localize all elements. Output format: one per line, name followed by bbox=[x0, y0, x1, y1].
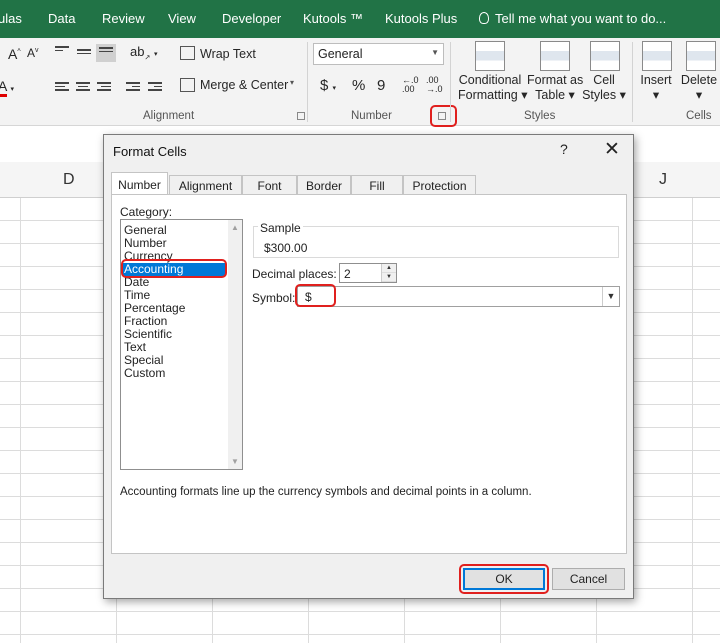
sample-groupbox bbox=[253, 226, 619, 258]
tab-border[interactable]: Border bbox=[297, 175, 351, 195]
menu-bar: ulas Data Review View Developer Kutools … bbox=[0, 0, 720, 38]
divider bbox=[450, 42, 451, 122]
menu-tab-review[interactable]: Review bbox=[102, 11, 145, 26]
group-label-alignment: Alignment bbox=[143, 110, 195, 122]
ribbon: A^ Av A ▾ ab↗ ▾ Wrap Text Merge & Center… bbox=[0, 38, 720, 127]
conditional-formatting-icon bbox=[475, 41, 505, 71]
format-as-table-icon bbox=[540, 41, 570, 71]
format-as-table-button[interactable]: Format as Table ▾ bbox=[527, 73, 583, 103]
decimal-places-label: Decimal places: bbox=[252, 267, 337, 281]
close-icon[interactable]: ✕ bbox=[604, 138, 620, 161]
decrease-indent-icon[interactable] bbox=[126, 82, 140, 94]
sample-label: Sample bbox=[258, 221, 303, 235]
spin-up-icon[interactable]: ▲ bbox=[382, 264, 396, 273]
increase-font-icon[interactable]: A^ bbox=[8, 46, 21, 62]
menu-tab-data[interactable]: Data bbox=[48, 11, 75, 26]
tab-protection[interactable]: Protection bbox=[403, 175, 476, 195]
tell-me-text: Tell me what you want to do... bbox=[495, 11, 667, 26]
group-label-number: Number bbox=[351, 110, 392, 122]
comma-style-button[interactable]: 9 bbox=[377, 77, 385, 94]
insert-cells-icon bbox=[642, 41, 672, 71]
help-icon[interactable]: ? bbox=[560, 141, 568, 157]
group-label-styles: Styles bbox=[524, 110, 556, 122]
align-top-icon[interactable] bbox=[55, 46, 69, 58]
accounting-highlight bbox=[121, 259, 227, 278]
cancel-button[interactable]: Cancel bbox=[552, 568, 625, 590]
decimal-places-spinner[interactable]: 2 ▲ ▼ bbox=[339, 263, 397, 283]
column-header-j[interactable]: J bbox=[659, 171, 667, 189]
cell-styles-icon bbox=[590, 41, 620, 71]
align-center-icon[interactable] bbox=[76, 82, 90, 94]
chevron-down-icon: ▼ bbox=[431, 48, 439, 57]
symbol-combobox[interactable]: $ ▼ bbox=[297, 286, 620, 307]
merge-center-icon bbox=[180, 78, 195, 92]
percent-style-button[interactable]: % bbox=[352, 77, 365, 94]
decrease-font-icon[interactable]: Av bbox=[27, 46, 39, 60]
accounting-format-button[interactable]: $ ▾ bbox=[320, 77, 336, 94]
delete-button[interactable]: Delete ▾ bbox=[680, 73, 718, 103]
orientation-icon[interactable]: ab↗ ▾ bbox=[130, 44, 157, 62]
sample-value: $300.00 bbox=[264, 241, 308, 255]
group-label-cells: Cells bbox=[686, 110, 712, 122]
number-format-value: General bbox=[318, 47, 363, 61]
cell-styles-button[interactable]: Cell Styles ▾ bbox=[582, 73, 626, 103]
increase-indent-icon[interactable] bbox=[148, 82, 162, 94]
chevron-down-icon[interactable]: ▼ bbox=[602, 287, 619, 306]
format-description: Accounting formats line up the currency … bbox=[120, 486, 532, 498]
column-header-d[interactable]: D bbox=[63, 171, 75, 189]
merge-dropdown-icon[interactable]: ▾ bbox=[290, 78, 294, 87]
increase-decimal-icon[interactable]: ←.0.00 bbox=[402, 76, 419, 94]
wrap-text-icon bbox=[180, 46, 195, 60]
number-format-combo[interactable]: General ▼ bbox=[313, 43, 444, 65]
wrap-text-button[interactable]: Wrap Text bbox=[200, 47, 256, 61]
scroll-up-icon[interactable]: ▲ bbox=[231, 223, 239, 232]
menu-tab-kutools-plus[interactable]: Kutools Plus bbox=[385, 11, 457, 26]
tab-font[interactable]: Font bbox=[242, 175, 297, 195]
menu-tab-view[interactable]: View bbox=[168, 11, 196, 26]
format-cells-dialog: Format Cells ? ✕ Number Alignment Font B… bbox=[103, 134, 634, 599]
symbol-label: Symbol: bbox=[252, 291, 296, 305]
number-tab-panel: Category: General Number Currency Accoun… bbox=[111, 194, 627, 554]
divider bbox=[632, 42, 633, 122]
dialog-title: Format Cells bbox=[113, 144, 187, 159]
ok-highlight bbox=[459, 564, 549, 594]
conditional-formatting-button[interactable]: Conditional Formatting ▾ bbox=[458, 73, 528, 103]
menu-tab-formulas[interactable]: ulas bbox=[0, 11, 22, 26]
divider bbox=[307, 42, 308, 122]
number-launcher-highlight bbox=[430, 105, 457, 127]
lightbulb-icon bbox=[479, 12, 489, 24]
font-color-icon[interactable]: A ▾ bbox=[0, 78, 14, 97]
scroll-down-icon[interactable]: ▼ bbox=[231, 457, 239, 466]
menu-tab-kutools[interactable]: Kutools ™ bbox=[303, 11, 363, 26]
category-item-custom[interactable]: Custom bbox=[124, 367, 165, 380]
align-middle-icon[interactable] bbox=[77, 49, 91, 61]
menu-tab-developer[interactable]: Developer bbox=[222, 11, 281, 26]
alignment-launcher-icon[interactable] bbox=[297, 112, 305, 120]
decrease-decimal-icon[interactable]: .00 →.0 bbox=[426, 76, 443, 94]
category-label: Category: bbox=[120, 205, 173, 219]
tab-number[interactable]: Number bbox=[111, 172, 168, 194]
category-listbox[interactable]: General Number Currency Accounting Date … bbox=[120, 219, 243, 470]
tab-fill[interactable]: Fill bbox=[351, 175, 403, 195]
align-bottom-icon[interactable] bbox=[96, 44, 116, 62]
decimal-places-value: 2 bbox=[344, 267, 351, 281]
symbol-highlight bbox=[295, 284, 336, 307]
align-right-icon[interactable] bbox=[97, 82, 111, 94]
category-scrollbar[interactable]: ▲ ▼ bbox=[228, 220, 242, 469]
tell-me-search[interactable]: Tell me what you want to do... bbox=[479, 11, 666, 26]
tab-alignment[interactable]: Alignment bbox=[169, 175, 242, 195]
spin-down-icon[interactable]: ▼ bbox=[382, 273, 396, 282]
insert-button[interactable]: Insert ▾ bbox=[640, 73, 672, 103]
align-left-icon[interactable] bbox=[55, 82, 69, 94]
delete-cells-icon bbox=[686, 41, 716, 71]
merge-center-button[interactable]: Merge & Center bbox=[200, 78, 288, 92]
